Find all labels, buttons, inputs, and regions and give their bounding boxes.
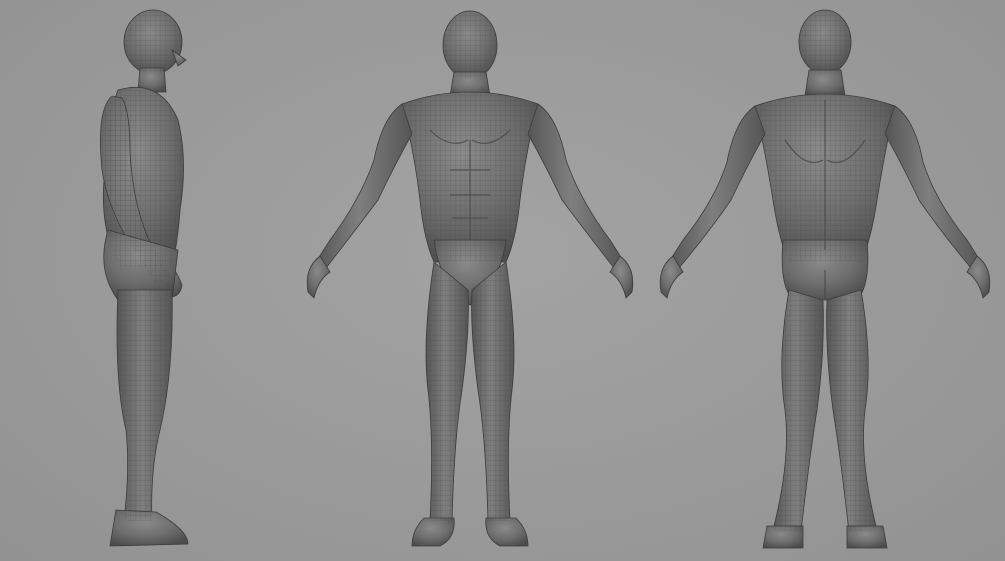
back-view-figure <box>645 0 1005 561</box>
front-view-figure <box>290 0 650 561</box>
side-body <box>100 9 189 547</box>
side-view-figure <box>60 0 240 561</box>
front-body <box>306 10 634 547</box>
sculpt-reference-sheet <box>0 0 1005 561</box>
back-body <box>659 9 991 549</box>
